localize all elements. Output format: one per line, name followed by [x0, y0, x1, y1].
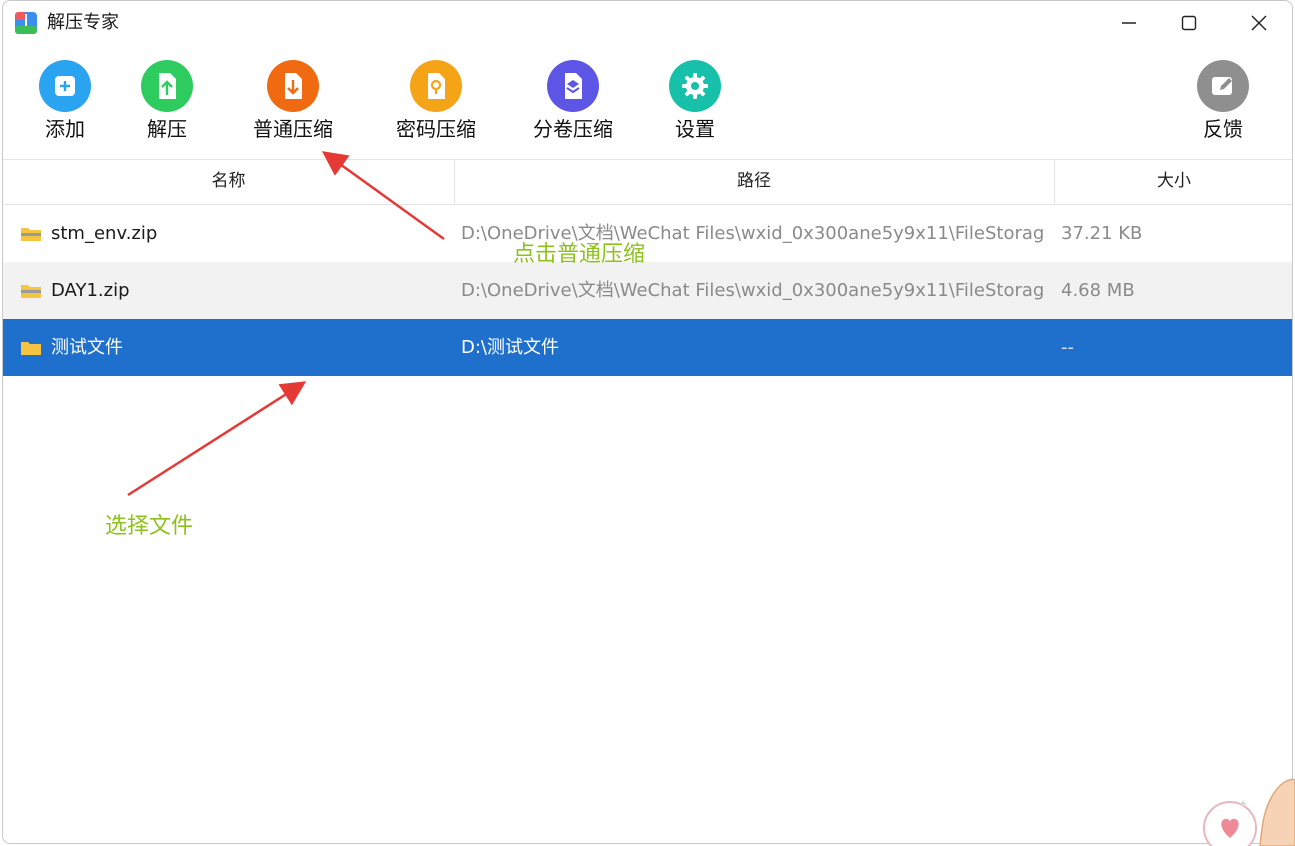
file-name: DAY1.zip — [51, 280, 130, 301]
file-size: -- — [1061, 337, 1074, 358]
close-button[interactable] — [1229, 1, 1289, 45]
table-row-selected[interactable]: 测试文件 D:\测试文件 -- — [3, 319, 1292, 376]
split-compress-button[interactable]: 分卷压缩 — [533, 60, 613, 142]
zip-folder-icon — [21, 285, 41, 298]
annotation-click-normal-compress: 点击普通压缩 — [513, 242, 646, 267]
table-row[interactable]: DAY1.zip D:\OneDrive\文档\WeChat Files\wxi… — [3, 262, 1292, 319]
feedback-button[interactable]: 反馈 — [1197, 60, 1249, 142]
password-compress-button[interactable]: 密码压缩 — [396, 60, 476, 142]
maximize-button[interactable] — [1159, 1, 1219, 45]
minimize-button[interactable] — [1099, 1, 1159, 45]
lock-file-icon — [410, 60, 462, 112]
extract-label: 解压 — [147, 117, 187, 141]
minimize-icon — [1122, 22, 1136, 24]
feedback-label: 反馈 — [1203, 117, 1243, 141]
settings-button[interactable]: 设置 — [669, 60, 721, 142]
annotation-select-file: 选择文件 — [105, 514, 194, 539]
add-icon — [39, 60, 91, 112]
file-size: 37.21 KB — [1061, 223, 1143, 244]
close-icon — [1251, 15, 1267, 31]
zip-folder-icon — [21, 228, 41, 241]
normal-compress-label: 普通压缩 — [253, 117, 333, 141]
title-bar: 解压专家 — [3, 1, 1292, 45]
column-header-name[interactable]: 名称 — [3, 159, 455, 204]
compress-file-icon — [267, 60, 319, 112]
file-size: 4.68 MB — [1061, 280, 1135, 301]
folder-icon — [21, 342, 41, 355]
maximize-icon — [1181, 15, 1197, 31]
svg-text:✦: ✦ — [1238, 797, 1248, 811]
app-window: 解压专家 添加 解压 普通压缩 密码压缩 分卷压缩 设置 反馈 名称 路径 大小… — [2, 0, 1293, 844]
add-button[interactable]: 添加 — [39, 60, 91, 142]
column-header-path[interactable]: 路径 — [454, 159, 1055, 204]
file-table: 名称 路径 大小 stm_env.zip D:\OneDrive\文档\WeCh… — [3, 159, 1292, 376]
table-header: 名称 路径 大小 — [3, 159, 1292, 205]
file-name: stm_env.zip — [51, 223, 158, 244]
decorative-sticker: ✦ — [1203, 778, 1295, 846]
extract-button[interactable]: 解压 — [141, 60, 193, 142]
extract-icon — [141, 60, 193, 112]
feedback-edit-icon — [1197, 60, 1249, 112]
split-compress-label: 分卷压缩 — [533, 117, 613, 141]
file-path: D:\OneDrive\文档\WeChat Files\wxid_0x300an… — [461, 280, 1044, 301]
password-compress-label: 密码压缩 — [396, 117, 476, 141]
normal-compress-button[interactable]: 普通压缩 — [253, 60, 333, 142]
layers-file-icon — [547, 60, 599, 112]
window-title: 解压专家 — [47, 12, 119, 33]
file-path: D:\测试文件 — [461, 337, 559, 358]
file-name: 测试文件 — [51, 337, 123, 358]
app-logo-icon — [15, 12, 37, 34]
gear-icon — [669, 60, 721, 112]
table-row[interactable]: stm_env.zip D:\OneDrive\文档\WeChat Files\… — [3, 205, 1292, 262]
settings-label: 设置 — [675, 117, 715, 141]
add-label: 添加 — [45, 117, 85, 141]
column-header-size[interactable]: 大小 — [1054, 159, 1292, 204]
toolbar: 添加 解压 普通压缩 密码压缩 分卷压缩 设置 反馈 — [3, 45, 1292, 160]
